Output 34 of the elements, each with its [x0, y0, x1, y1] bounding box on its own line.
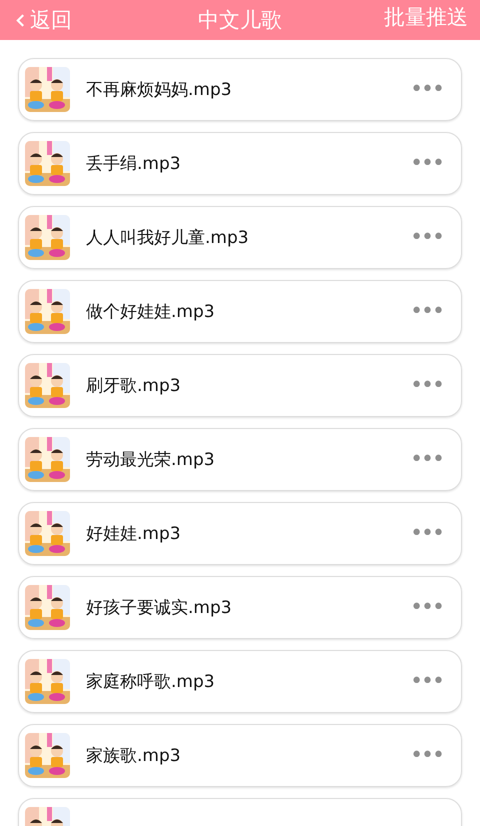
song-item[interactable]: 人人叫我好儿童.mp3 •••: [18, 206, 462, 269]
more-button[interactable]: •••: [410, 595, 443, 620]
song-title: 做个好娃娃.mp3: [86, 301, 216, 323]
song-item[interactable]: 家族歌.mp3 •••: [18, 724, 462, 787]
page-title: 中文儿歌: [197, 7, 283, 34]
song-item[interactable]: 丢手绢.mp3 •••: [18, 132, 462, 195]
song-item[interactable]: 刷牙歌.mp3 •••: [18, 354, 462, 417]
batch-push-button[interactable]: 批量推送: [384, 3, 468, 31]
back-icon: [16, 12, 25, 28]
song-item[interactable]: 不再麻烦妈妈.mp3 •••: [18, 58, 462, 121]
more-button[interactable]: •••: [410, 669, 443, 694]
song-title: 好孩子要诚实.mp3: [86, 597, 233, 619]
song-title: 刷牙歌.mp3: [86, 375, 182, 397]
song-item[interactable]: 家庭称呼歌.mp3 •••: [18, 650, 462, 713]
more-button[interactable]: •••: [410, 151, 443, 176]
song-item[interactable]: 好娃娃.mp3 •••: [18, 502, 462, 565]
more-button[interactable]: •••: [410, 521, 443, 546]
more-button[interactable]: •••: [410, 299, 443, 324]
song-title: 家族歌.mp3: [86, 745, 182, 767]
back-button[interactable]: 返回: [16, 6, 72, 34]
more-button[interactable]: •••: [410, 225, 443, 250]
song-item[interactable]: 做个好娃娃.mp3 •••: [18, 280, 462, 343]
song-title: 劳动最光荣.mp3: [86, 449, 216, 471]
more-button[interactable]: •••: [410, 447, 443, 472]
song-item[interactable]: 好孩子要诚实.mp3 •••: [18, 576, 462, 639]
song-item[interactable]: 劳动最光荣.mp3 •••: [18, 428, 462, 491]
song-title: 人人叫我好儿童.mp3: [86, 227, 250, 249]
more-button[interactable]: •••: [410, 77, 443, 102]
more-button[interactable]: •••: [410, 373, 443, 398]
song-title: 不再麻烦妈妈.mp3: [86, 79, 233, 101]
song-title: 好娃娃.mp3: [86, 523, 182, 545]
more-button[interactable]: •••: [410, 743, 443, 768]
song-title: 丢手绢.mp3: [86, 153, 182, 175]
song-title: 家庭称呼歌.mp3: [86, 671, 216, 693]
